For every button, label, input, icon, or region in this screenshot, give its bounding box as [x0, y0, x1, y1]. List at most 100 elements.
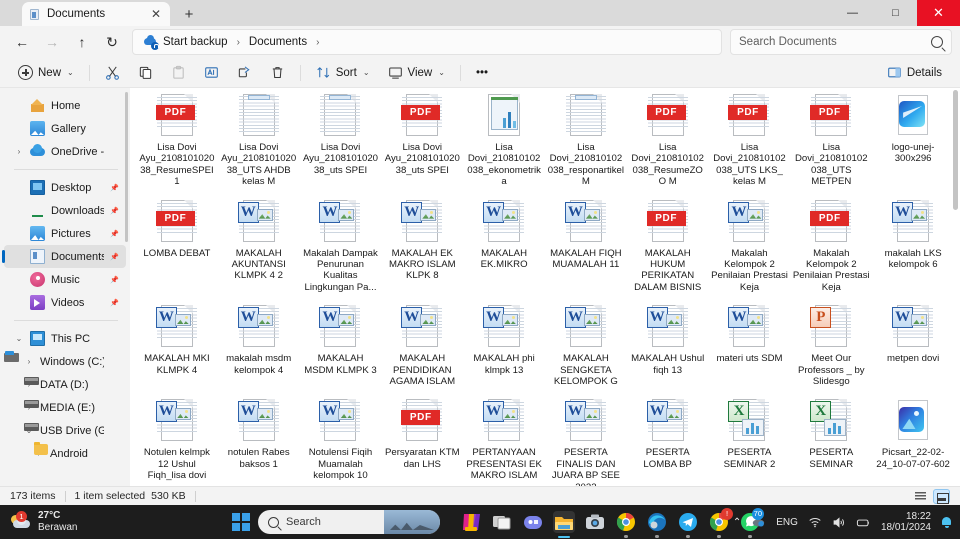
- taskbar-app-edge[interactable]: [646, 511, 668, 538]
- sidebar-item-gallery[interactable]: Gallery: [4, 117, 126, 140]
- sidebar-item-usb-drive-g[interactable]: ⌄USB Drive (G:): [4, 419, 126, 442]
- file-tile[interactable]: PDF Makalah Kelompok 2 Penilaian Prestasi…: [790, 194, 872, 300]
- file-tile[interactable]: W MAKALAH FIQH MUAMALAH 11: [545, 194, 627, 300]
- file-tile[interactable]: Wmakalah LKS kelompok 6: [872, 194, 954, 300]
- taskbar-app-chrome-2[interactable]: !: [708, 508, 733, 538]
- file-tile[interactable]: W MAKALAH EK.MIKRO: [463, 194, 545, 300]
- taskbar-app-chrome[interactable]: [615, 511, 637, 538]
- breadcrumb-item-documents[interactable]: Documents: [244, 34, 312, 50]
- sidebar-item-downloads[interactable]: Downloads 📌: [4, 199, 126, 222]
- file-tile[interactable]: W Makalah Kelompok 2 Penilaian Prestasi K…: [709, 194, 791, 300]
- file-tile[interactable]: W MAKALAH phi klmpk 13: [463, 299, 545, 393]
- file-tile[interactable]: PDF Lisa Dovi_210810102038_UTS METPEN: [790, 88, 872, 194]
- wifi-icon[interactable]: [808, 516, 822, 529]
- file-tile[interactable]: Wmetpen dovi: [872, 299, 954, 393]
- pin-icon[interactable]: 📌: [110, 276, 120, 284]
- sidebar-item-media-e[interactable]: ›MEDIA (E:): [4, 396, 126, 419]
- file-tile[interactable]: P Meet Our Professors _ by Slidesgo: [790, 299, 872, 393]
- sidebar-item-videos[interactable]: Videos 📌: [4, 291, 126, 314]
- file-tile[interactable]: PDF MAKALAH HUKUM PERIKATAN DALAM BISNIS: [627, 194, 709, 300]
- delete-button[interactable]: [262, 60, 293, 86]
- file-tile[interactable]: Wmakalah msdm kelompok 4: [218, 299, 300, 393]
- view-button[interactable]: View ⌄: [380, 60, 453, 86]
- volume-icon[interactable]: [832, 516, 846, 529]
- pin-icon[interactable]: 📌: [110, 253, 120, 261]
- file-tile[interactable]: W MAKALAH AKUNTANSI KLMPK 4 2: [218, 194, 300, 300]
- pin-icon[interactable]: 📌: [110, 184, 120, 192]
- file-tile[interactable]: W MAKALAH MSDM KLMPK 3: [300, 299, 382, 393]
- taskbar-app-task-view[interactable]: [491, 511, 513, 533]
- forward-button[interactable]: →: [38, 29, 66, 55]
- file-tile[interactable]: PDF Lisa Dovi Ayu_210810102038_ResumeSPEI…: [136, 88, 218, 194]
- search-box[interactable]: [730, 29, 952, 55]
- navigation-pane[interactable]: HomeGallery›OneDrive - PersonalDesktop📌D…: [0, 88, 130, 486]
- file-tile[interactable]: W Makalah Dampak Penurunan Kualitas Lingk…: [300, 194, 382, 300]
- up-button[interactable]: ↑: [68, 29, 96, 55]
- file-tile[interactable]: W PESERTA LOMBA BP: [627, 393, 709, 486]
- file-tile[interactable]: Wmateri uts SDM: [709, 299, 791, 393]
- file-tile[interactable]: PDF Lisa Dovi_210810102038_ResumeZOO M: [627, 88, 709, 194]
- start-button[interactable]: [232, 513, 250, 531]
- sidebar-item-home[interactable]: Home: [4, 94, 126, 117]
- file-tile[interactable]: Picsart_22-02-24_10-07-07-602: [872, 393, 954, 486]
- file-tile[interactable]: W PESERTA FINALIS DAN JUARA BP SEE 2022: [545, 393, 627, 486]
- maximize-button[interactable]: □: [874, 0, 917, 26]
- file-tile[interactable]: PDF Lisa Dovi Ayu_210810102038_uts SPEI: [381, 88, 463, 194]
- expander-icon[interactable]: ›: [14, 147, 24, 156]
- sidebar-item-onedrive-personal[interactable]: › OneDrive - Personal: [4, 140, 126, 163]
- close-tab-icon[interactable]: ✕: [148, 6, 164, 22]
- file-list-scrollbar[interactable]: [953, 90, 958, 210]
- file-tile[interactable]: Lisa Dovi Ayu_210810102038_uts SPEI: [300, 88, 382, 194]
- taskbar-app-file-explorer[interactable]: [553, 511, 575, 538]
- sidebar-item-android[interactable]: ›Android: [4, 442, 126, 465]
- back-button[interactable]: ←: [8, 29, 36, 55]
- copy-button[interactable]: [130, 60, 161, 86]
- clock[interactable]: 18:22 18/01/2024: [881, 511, 931, 534]
- file-tile[interactable]: W MAKALAH Ushul fiqh 13: [627, 299, 709, 393]
- cut-button[interactable]: [97, 60, 128, 86]
- minimize-button[interactable]: —: [831, 0, 874, 26]
- tab-documents[interactable]: Documents ✕: [22, 2, 170, 26]
- taskbar-app-teams[interactable]: [522, 511, 544, 533]
- weather-widget[interactable]: 1 27°C Berawan: [0, 510, 190, 534]
- expander-icon[interactable]: ⌄: [14, 334, 24, 343]
- taskbar-search[interactable]: Search: [258, 510, 440, 534]
- refresh-button[interactable]: ↻: [98, 29, 126, 55]
- file-tile[interactable]: W MAKALAH EK MAKRO ISLAM KLPK 8: [381, 194, 463, 300]
- taskbar-app-picsart[interactable]: [460, 511, 482, 533]
- sidebar-item-desktop[interactable]: Desktop 📌: [4, 176, 126, 199]
- new-tab-button[interactable]: +: [178, 3, 200, 25]
- language-indicator[interactable]: ENG: [776, 517, 798, 528]
- pin-icon[interactable]: 📌: [110, 207, 120, 215]
- sort-button[interactable]: Sort ⌄: [308, 60, 378, 86]
- sidebar-item-windows-c[interactable]: › Windows (C:): [4, 350, 126, 373]
- file-tile[interactable]: Lisa Dovi_210810102038_responartikel M: [545, 88, 627, 194]
- file-tile[interactable]: logo-unej-300x296: [872, 88, 954, 194]
- sidebar-item-documents[interactable]: Documents 📌: [2, 245, 126, 268]
- file-tile[interactable]: X PESERTA SEMINAR: [790, 393, 872, 486]
- pin-icon[interactable]: 📌: [110, 299, 120, 307]
- taskbar-app-camera[interactable]: [584, 511, 606, 533]
- file-tile[interactable]: X PESERTA SEMINAR 2: [709, 393, 791, 486]
- file-tile[interactable]: W PERTANYAAN PRESENTASI EK MAKRO ISLAM: [463, 393, 545, 486]
- new-button[interactable]: New ⌄: [10, 60, 82, 86]
- file-tile[interactable]: W MAKALAH PENDIDIKAN AGAMA ISLAM: [381, 299, 463, 393]
- close-button[interactable]: ✕: [917, 0, 960, 26]
- rename-button[interactable]: [196, 60, 227, 86]
- notification-bell-icon[interactable]: [941, 516, 952, 528]
- expander-icon[interactable]: ›: [24, 357, 34, 366]
- share-button[interactable]: [229, 60, 260, 86]
- file-tile[interactable]: W MAKALAH MKI KLMPK 4: [136, 299, 218, 393]
- taskbar-app-telegram[interactable]: [677, 511, 699, 538]
- pin-icon[interactable]: 📌: [110, 230, 120, 238]
- tray-chevron-icon[interactable]: ⌃: [733, 517, 741, 528]
- file-list-pane[interactable]: PDF Lisa Dovi Ayu_210810102038_ResumeSPEI…: [130, 88, 960, 486]
- file-tile[interactable]: W MAKALAH SENGKETA KELOMPOK G: [545, 299, 627, 393]
- file-tile[interactable]: Lisa Dovi_210810102038_ekonometrika: [463, 88, 545, 194]
- breadcrumb[interactable]: Start backup › Documents ›: [132, 29, 722, 55]
- breadcrumb-item-start-backup[interactable]: Start backup: [139, 33, 233, 51]
- file-tile[interactable]: PDF Lisa Dovi_210810102038_UTS LKS_ kelas…: [709, 88, 791, 194]
- list-view-icon[interactable]: [912, 489, 929, 504]
- file-tile[interactable]: W Notulensi Fiqih Muamalah kelompok 10: [300, 393, 382, 486]
- file-tile[interactable]: W Notulen kelmpk 12 Ushul Fiqh_lisa dovi: [136, 393, 218, 486]
